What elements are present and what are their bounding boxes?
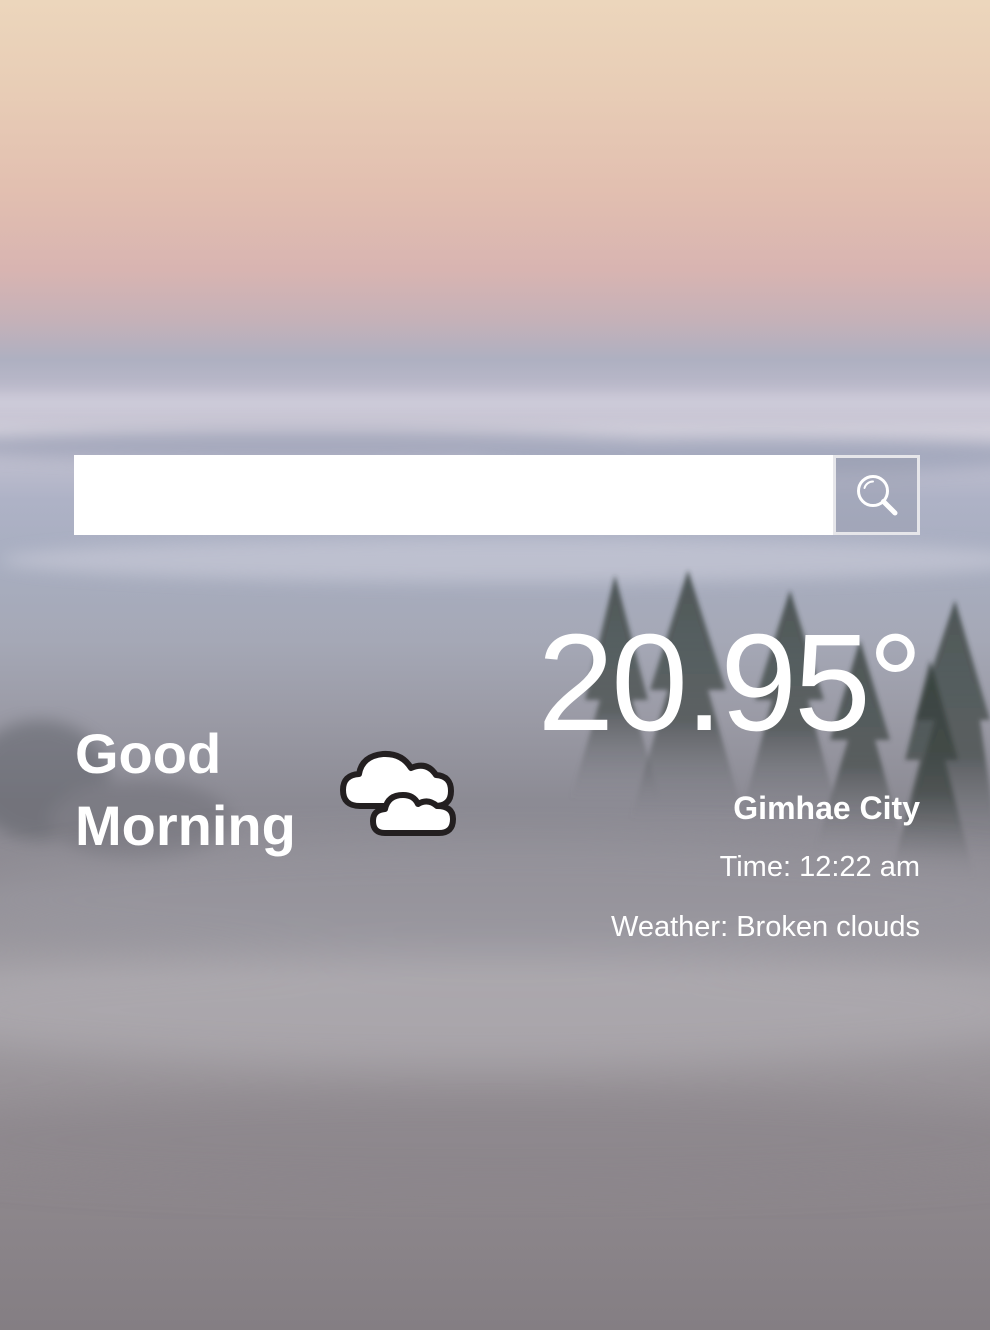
search-button[interactable]: [833, 455, 920, 535]
broken-clouds-icon: [340, 750, 456, 836]
time-readout: Time: 12:22 am: [720, 849, 920, 885]
search-bar: [74, 455, 920, 535]
greeting: Good Morning: [75, 718, 335, 862]
weather-condition: Weather: Broken clouds: [611, 909, 920, 945]
time-label: Time:: [719, 851, 792, 883]
greeting-line-2: Morning: [75, 794, 296, 857]
city-name: Gimhae City: [733, 790, 920, 826]
weather-value: Broken clouds: [736, 911, 920, 943]
weather-label: Weather:: [611, 911, 729, 943]
search-icon: [856, 475, 897, 516]
time-value: 12:22 am: [799, 851, 920, 883]
search-input[interactable]: [74, 455, 833, 535]
greeting-line-1: Good: [75, 722, 222, 785]
temperature-value: 20.95°: [537, 606, 923, 760]
